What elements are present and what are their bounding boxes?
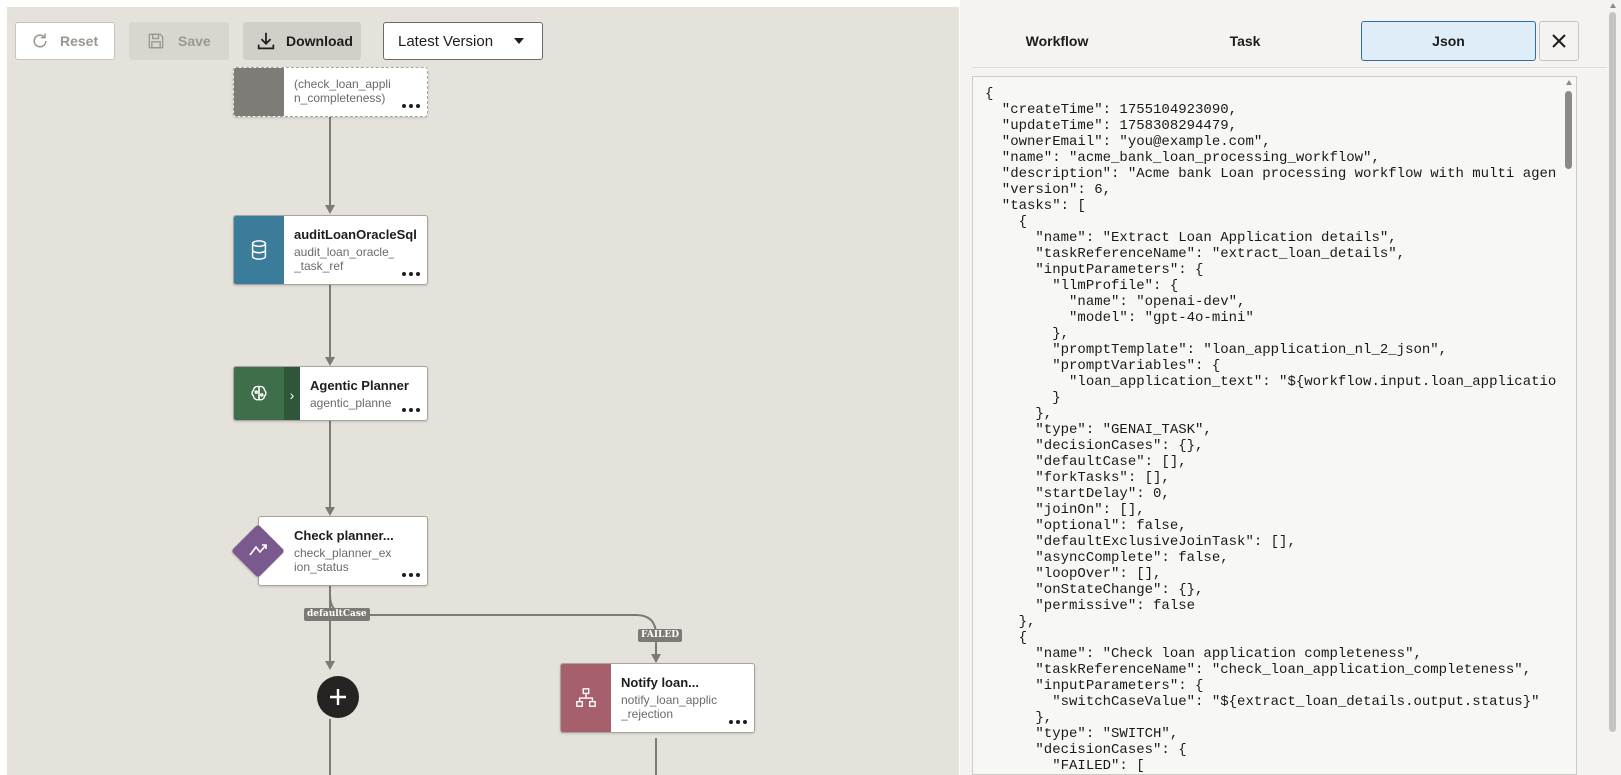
workflow-canvas[interactable]: (check_loan_appli n_completeness) auditL… (0, 0, 960, 775)
arrowhead (325, 507, 335, 516)
more-options-icon[interactable] (402, 272, 420, 276)
json-code[interactable]: { "createTime": 1755104923090, "updateTi… (973, 77, 1562, 774)
more-options-icon[interactable] (729, 720, 747, 724)
download-button[interactable]: Download (243, 22, 361, 60)
node-title: Check planner... (294, 528, 394, 543)
save-icon (146, 31, 166, 51)
reset-button[interactable]: Reset (15, 22, 115, 60)
node-ref-name: agentic_planne (310, 396, 392, 410)
arrowhead (651, 654, 661, 663)
scrollbar-thumb[interactable] (1609, 12, 1616, 732)
node-ref-name: audit_loan_oracle_ _task_ref (294, 245, 394, 273)
scroll-up-icon[interactable] (1566, 80, 1572, 85)
brain-icon (251, 385, 267, 400)
save-button[interactable]: Save (129, 22, 229, 60)
tabs-divider (972, 67, 1607, 68)
node-notify-loan[interactable]: Notify loan... notify_loan_applic _rejec… (560, 663, 755, 733)
arrowhead (325, 661, 335, 670)
tab-workflow[interactable]: Workflow (972, 21, 1142, 61)
save-label: Save (178, 33, 211, 49)
node-ref-name: check_planner_ex ion_status (294, 546, 392, 574)
canvas-area[interactable]: (check_loan_appli n_completeness) auditL… (7, 7, 959, 775)
workflow-editor-app: (check_loan_appli n_completeness) auditL… (0, 0, 1621, 775)
add-task-button[interactable] (317, 676, 359, 718)
close-icon (1552, 34, 1566, 48)
download-icon (255, 30, 277, 52)
node-check-completeness[interactable]: (check_loan_appli n_completeness) (233, 67, 428, 117)
editor-scrollbar[interactable] (1562, 77, 1576, 774)
chevron-down-icon (514, 38, 524, 44)
node-ref-name: (check_loan_appli n_completeness) (294, 77, 391, 105)
reset-icon (30, 31, 50, 51)
node-color-band (234, 367, 284, 420)
tab-json[interactable]: Json (1361, 21, 1536, 61)
node-ref-name: notify_loan_applic _rejection (621, 693, 718, 721)
node-agentic-planner[interactable]: › Agentic Planner agentic_planne (233, 366, 428, 421)
node-color-band (234, 216, 284, 284)
reset-label: Reset (60, 33, 99, 49)
expand-toggle[interactable]: › (284, 367, 300, 420)
version-select[interactable]: Latest Version (383, 22, 543, 60)
node-audit-loan-oracle-sql[interactable]: auditLoanOracleSql audit_loan_oracle_ _t… (233, 215, 428, 285)
edge-label-default-case: defaultCase (304, 608, 370, 621)
hierarchy-icon (576, 688, 596, 707)
download-label: Download (286, 33, 353, 49)
switch-icon (249, 544, 267, 556)
panel-scrollbar[interactable] (1605, 0, 1621, 775)
panel-tabs: Workflow Task Json (972, 21, 1537, 61)
edge-check-failed (329, 594, 657, 662)
more-options-icon[interactable] (402, 573, 420, 577)
json-editor[interactable]: { "createTime": 1755104923090, "updateTi… (972, 76, 1577, 775)
node-color-band (234, 68, 284, 116)
chevron-right-icon: › (289, 386, 295, 403)
node-color-band (561, 664, 611, 732)
plus-icon (330, 689, 346, 705)
tab-task[interactable]: Task (1160, 21, 1330, 61)
edge-label-failed: FAILED (638, 629, 683, 642)
details-panel: Workflow Task Json { "createTime": 17551… (960, 0, 1621, 775)
version-select-value: Latest Version (398, 32, 494, 50)
node-title: Agentic Planner (310, 378, 409, 393)
node-title: Notify loan... (621, 675, 699, 690)
more-options-icon[interactable] (402, 408, 420, 412)
arrowhead (325, 205, 335, 214)
arrowhead (325, 357, 335, 366)
connector-lines (325, 108, 661, 775)
close-button[interactable] (1539, 21, 1579, 61)
more-options-icon[interactable] (402, 104, 420, 108)
node-title: auditLoanOracleSql (294, 227, 417, 242)
database-icon (251, 240, 267, 260)
scrollbar-thumb[interactable] (1565, 91, 1572, 169)
scroll-up-icon[interactable] (1610, 3, 1616, 8)
